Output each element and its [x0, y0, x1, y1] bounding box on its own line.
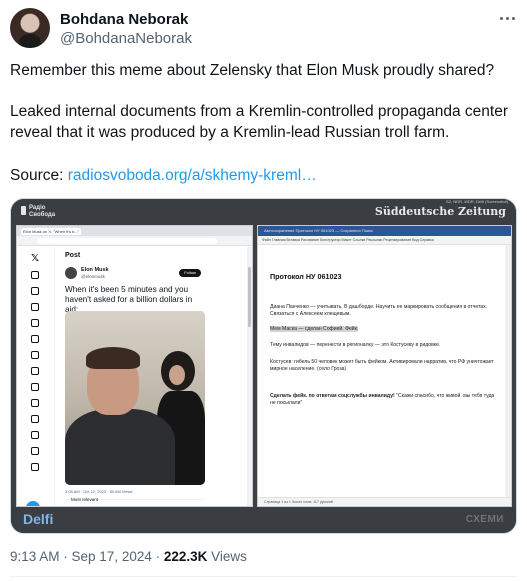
bookmarks-icon [31, 367, 39, 375]
image-credit: SZ, NDR, WDR, Delfi (Screenshot) [445, 199, 508, 204]
tweet-header: Bohdana Neborak @BohdanaNeborak [10, 6, 517, 50]
x-post: Post Elon Musk @elonmusk Follow When it'… [57, 247, 207, 506]
tweet-text-line2: Leaked internal documents from a Kremlin… [10, 103, 509, 141]
tweet-timestamp[interactable]: 9:13 AM · Sep 17, 2024 · [10, 549, 164, 564]
post-author-name: Elon Musk [81, 267, 109, 273]
author-handle[interactable]: @BohdanaNeborak [60, 30, 192, 47]
follow-button: Follow [179, 269, 201, 277]
x-post-screenshot: Elon Musk on X: "When it's b..." 𝕏 Post … [16, 225, 253, 507]
browser-address-bar [17, 236, 252, 246]
most-relevant-label: Most relevant [71, 497, 99, 502]
premium-icon [31, 415, 39, 423]
doc-status-bar: Страница 1 из 1 Число слов: 117 русский [258, 497, 511, 506]
tweet-media-image[interactable]: Радіо Свобода SZ, NDR, WDR, Delfi (Scree… [10, 198, 517, 534]
more-icon [31, 463, 39, 471]
divider [10, 576, 517, 577]
notifications-icon [31, 303, 39, 311]
lists-icon [31, 351, 39, 359]
messages-icon [31, 319, 39, 327]
grok-icon [31, 335, 39, 343]
media-bottom-band: Delfi СХЕМИ [11, 507, 516, 533]
meme-photo [65, 311, 205, 485]
tweet-source: Source: radiosvoboda.org/a/skhemy-kreml… [10, 165, 517, 186]
verified-orgs-icon [31, 431, 39, 439]
explore-icon [31, 287, 39, 295]
doc-paragraph-5: Сделать фейк. по ответам соцслужбы инвал… [270, 393, 498, 407]
source-link[interactable]: radiosvoboda.org/a/skhemy-kreml… [68, 167, 317, 184]
elon-avatar [65, 267, 77, 279]
jobs-icon [31, 383, 39, 391]
browser-tab: Elon Musk on X: "When it's b..." [21, 227, 81, 235]
home-icon [31, 271, 39, 279]
source-label: Source: [10, 167, 64, 184]
doc-paragraph-2: Мем Маска — сделан Софией. Фейк. [270, 326, 498, 333]
doc-app-header: Автосохранение Протокол НУ 061023 — Сохр… [258, 226, 511, 236]
x-logo-icon: 𝕏 [31, 253, 40, 264]
views-label: Views [207, 549, 247, 564]
x-sidebar: 𝕏 [17, 247, 55, 506]
doc-paragraph-1: Диана Панченко — учитывать. В дашборде. … [270, 304, 488, 317]
doc-scrollbar [505, 245, 511, 499]
author-name[interactable]: Bohdana Neborak [60, 11, 188, 28]
post-header: Post [65, 252, 81, 259]
more-options-icon[interactable] [497, 8, 517, 28]
media-top-band: Радіо Свобода SZ, NDR, WDR, Delfi (Scree… [11, 199, 516, 225]
doc-paragraph-3: Тему инвалидов — перенести в регионалку … [270, 342, 441, 348]
post-author-handle: @elonmusk [81, 274, 105, 279]
tweet-text-line1: Remember this meme about Zelensky that E… [10, 62, 495, 79]
leaked-document-screenshot: Автосохранение Протокол НУ 061023 — Сохр… [257, 225, 512, 507]
browser-tab-bar: Elon Musk on X: "When it's b..." [17, 226, 252, 236]
doc-paragraph-4: Костусев: гибель 50 человек может быть ф… [270, 359, 494, 372]
delfi-logo: Delfi [23, 511, 54, 527]
radio-svoboda-logo: Радіо Свобода [21, 204, 55, 222]
view-count: 222.3K [163, 549, 208, 564]
doc-ribbon-menu: Файл Главная Вставка Рисование Конструкт… [258, 236, 511, 245]
avatar[interactable] [10, 8, 50, 48]
sueddeutsche-logo: Süddeutsche Zeitung [374, 205, 506, 218]
profile-icon [31, 447, 39, 455]
doc-highlight: Мем Маска — сделан Софией. Фейк. [270, 326, 359, 332]
skhemy-logo: СХЕМИ [465, 514, 504, 525]
doc-title: Протокол НУ 061023 [270, 272, 342, 281]
doc-bold-text: Сделать фейк. по ответам соцслужбы инвал… [270, 393, 395, 399]
doc-page: Протокол НУ 061023 Диана Панченко — учит… [264, 250, 499, 495]
tweet-meta: 9:13 AM · Sep 17, 2024 · 222.3K Views [10, 549, 247, 564]
scrollbar [247, 247, 252, 506]
communities-icon [31, 399, 39, 407]
